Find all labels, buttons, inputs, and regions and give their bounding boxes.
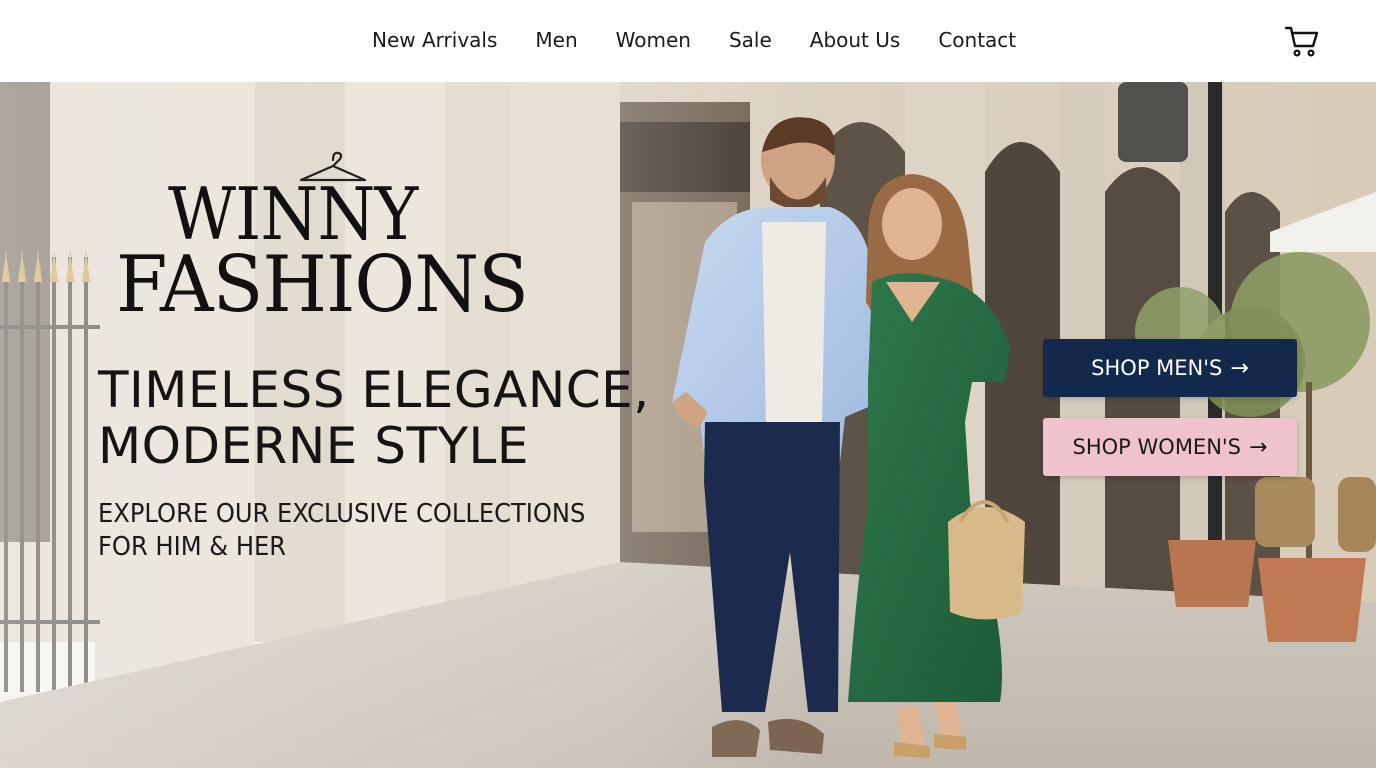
shop-mens-button[interactable]: SHOP MEN'S →	[1043, 339, 1297, 397]
shop-womens-label: SHOP WOMEN'S	[1072, 435, 1242, 459]
hero-headline: TIMELESS ELEGANCE, MODERNE STYLE	[98, 362, 698, 474]
main-nav: New Arrivals Men Women Sale About Us Con…	[372, 28, 1016, 52]
nav-about-us[interactable]: About Us	[810, 28, 901, 52]
headline-line-1: TIMELESS ELEGANCE,	[98, 361, 650, 419]
shop-mens-label: SHOP MEN'S	[1091, 356, 1223, 380]
nav-women[interactable]: Women	[616, 28, 691, 52]
arrow-right-icon: →	[1249, 434, 1268, 460]
nav-men[interactable]: Men	[535, 28, 577, 52]
shop-womens-button[interactable]: SHOP WOMEN'S →	[1043, 418, 1297, 476]
shopping-cart-icon[interactable]	[1284, 24, 1320, 58]
brand-logo[interactable]: WINNY FASHIONS	[112, 142, 552, 332]
brand-name-line-2: FASHIONS	[116, 240, 529, 330]
arrow-right-icon: →	[1230, 355, 1249, 381]
headline-line-2: MODERNE STYLE	[98, 417, 529, 475]
subheadline-line-2: FOR HIM & HER	[98, 532, 287, 562]
nav-new-arrivals[interactable]: New Arrivals	[372, 28, 497, 52]
nav-sale[interactable]: Sale	[729, 28, 772, 52]
hero-banner: WINNY FASHIONS TIMELESS ELEGANCE, MODERN…	[0, 82, 1376, 768]
subheadline-line-1: EXPLORE OUR EXCLUSIVE COLLECTIONS	[98, 499, 586, 529]
nav-contact[interactable]: Contact	[938, 28, 1016, 52]
top-navigation-bar: New Arrivals Men Women Sale About Us Con…	[0, 0, 1376, 82]
hero-subheadline: EXPLORE OUR EXCLUSIVE COLLECTIONS FOR HI…	[98, 498, 619, 564]
